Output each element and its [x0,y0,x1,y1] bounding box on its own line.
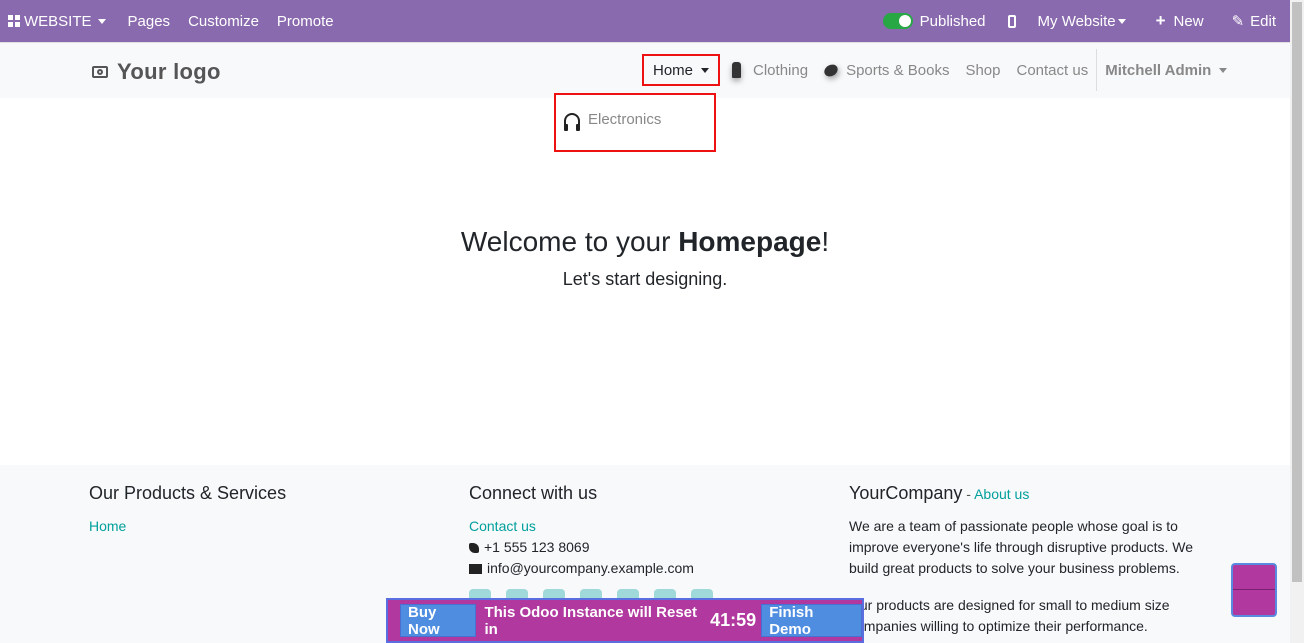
electronics-label: Electronics [588,111,662,128]
hero-subtitle: Let's start designing. [562,269,728,289]
nav-clothing-label: Clothing [753,61,809,79]
caret-down-icon [1219,67,1228,73]
plus-icon: + [1155,11,1166,30]
hero-title-suffix: ! [821,226,830,257]
nav-sports-books[interactable]: Sports & Books [816,54,957,86]
dress-icon [732,62,742,78]
apps-menu-button[interactable]: WEBSITE [0,0,114,42]
admin-bar: WEBSITE Pages Customize Promote Publishe… [0,0,1290,42]
about-us-link[interactable]: About us [974,486,1029,502]
toggle-switch-icon [882,13,913,29]
demo-reset-message: This Odoo Instance will Reset in [484,603,697,638]
football-icon [822,61,840,79]
site-header: Your logo Home Clothing Sports & Books S… [0,42,1290,98]
new-button[interactable]: + New [1134,0,1212,42]
camera-icon [92,66,108,78]
footer-company-sep: - [962,486,975,502]
website-selector-label: My Website [1037,12,1116,30]
dropdown-item-electronics[interactable]: Electronics [564,111,662,131]
apps-menu-label: WEBSITE [24,12,92,30]
phone-icon [469,542,479,553]
footer-home-link[interactable]: Home [89,516,429,537]
user-menu[interactable]: Mitchell Admin [1097,54,1235,86]
customize-menu[interactable]: Customize [178,0,267,42]
scrollbar-thumb[interactable] [1292,2,1302,582]
finish-demo-button[interactable]: Finish Demo [761,604,862,638]
footer-company-title: YourCompany - About us [849,483,1199,504]
footer-connect-title: Connect with us [469,483,598,503]
hero-title-bold: Homepage [678,226,822,257]
caret-down-icon [97,18,106,24]
new-label: New [1173,12,1204,30]
footer-email-text: info@yourcompany.example.com [487,560,694,576]
nav-shop[interactable]: Shop [957,54,1008,86]
edit-button[interactable]: ✎ Edit [1212,0,1290,42]
pages-menu[interactable]: Pages [114,0,179,42]
promote-menu[interactable]: Promote [267,0,342,42]
buy-now-button[interactable]: Buy Now [400,604,477,638]
published-toggle[interactable]: Published [875,0,994,42]
site-logo[interactable]: Your logo [92,59,221,85]
envelope-icon [469,563,482,574]
logo-text: Your logo [117,59,221,84]
home-dropdown-menu: Electronics [554,93,716,152]
chat-widget-button[interactable] [1231,563,1277,617]
edit-label: Edit [1250,12,1276,30]
nav-clothing[interactable]: Clothing [720,54,816,86]
published-label: Published [919,12,986,30]
footer-company-name: YourCompany [849,483,963,503]
demo-reset-bar: Buy Now This Odoo Instance will Reset in… [386,598,864,643]
caret-down-icon [701,67,710,73]
nav-home-label: Home [653,61,694,79]
nav-contact[interactable]: Contact us [1009,54,1097,86]
apps-grid-icon [8,15,20,27]
footer-connect: Connect with us Contact us +1 555 123 80… [469,483,809,611]
footer-contact-link[interactable]: Contact us [469,516,809,537]
caret-down-icon [1117,18,1126,24]
hero-title-prefix: Welcome to your [460,226,679,257]
footer-email: info@yourcompany.example.com [469,558,809,579]
mobile-icon [1007,14,1016,28]
footer-products: Our Products & Services Home [89,483,429,537]
footer-company-p1: We are a team of passionate people whose… [849,518,1194,576]
nav-sports-books-label: Sports & Books [846,61,950,79]
nav-home[interactable]: Home [642,54,721,86]
mobile-preview-button[interactable] [994,0,1030,42]
footer-products-title: Our Products & Services [89,483,287,503]
footer-phone: +1 555 123 8069 [469,537,809,558]
footer-phone-text: +1 555 123 8069 [484,539,590,555]
main-nav: Home Clothing Sports & Books Shop Contac… [642,49,1235,91]
website-selector[interactable]: My Website [1030,0,1134,42]
headphones-icon [564,112,580,131]
footer-company: YourCompany - About us We are a team of … [849,483,1199,637]
user-name: Mitchell Admin [1105,61,1212,79]
scrollbar[interactable] [1290,0,1304,643]
footer-company-p2: Our products are designed for small to m… [849,597,1170,634]
demo-timer: 41:59 [710,610,757,630]
hero-title: Welcome to your Homepage! [0,226,1290,258]
pencil-icon: ✎ [1231,13,1245,30]
